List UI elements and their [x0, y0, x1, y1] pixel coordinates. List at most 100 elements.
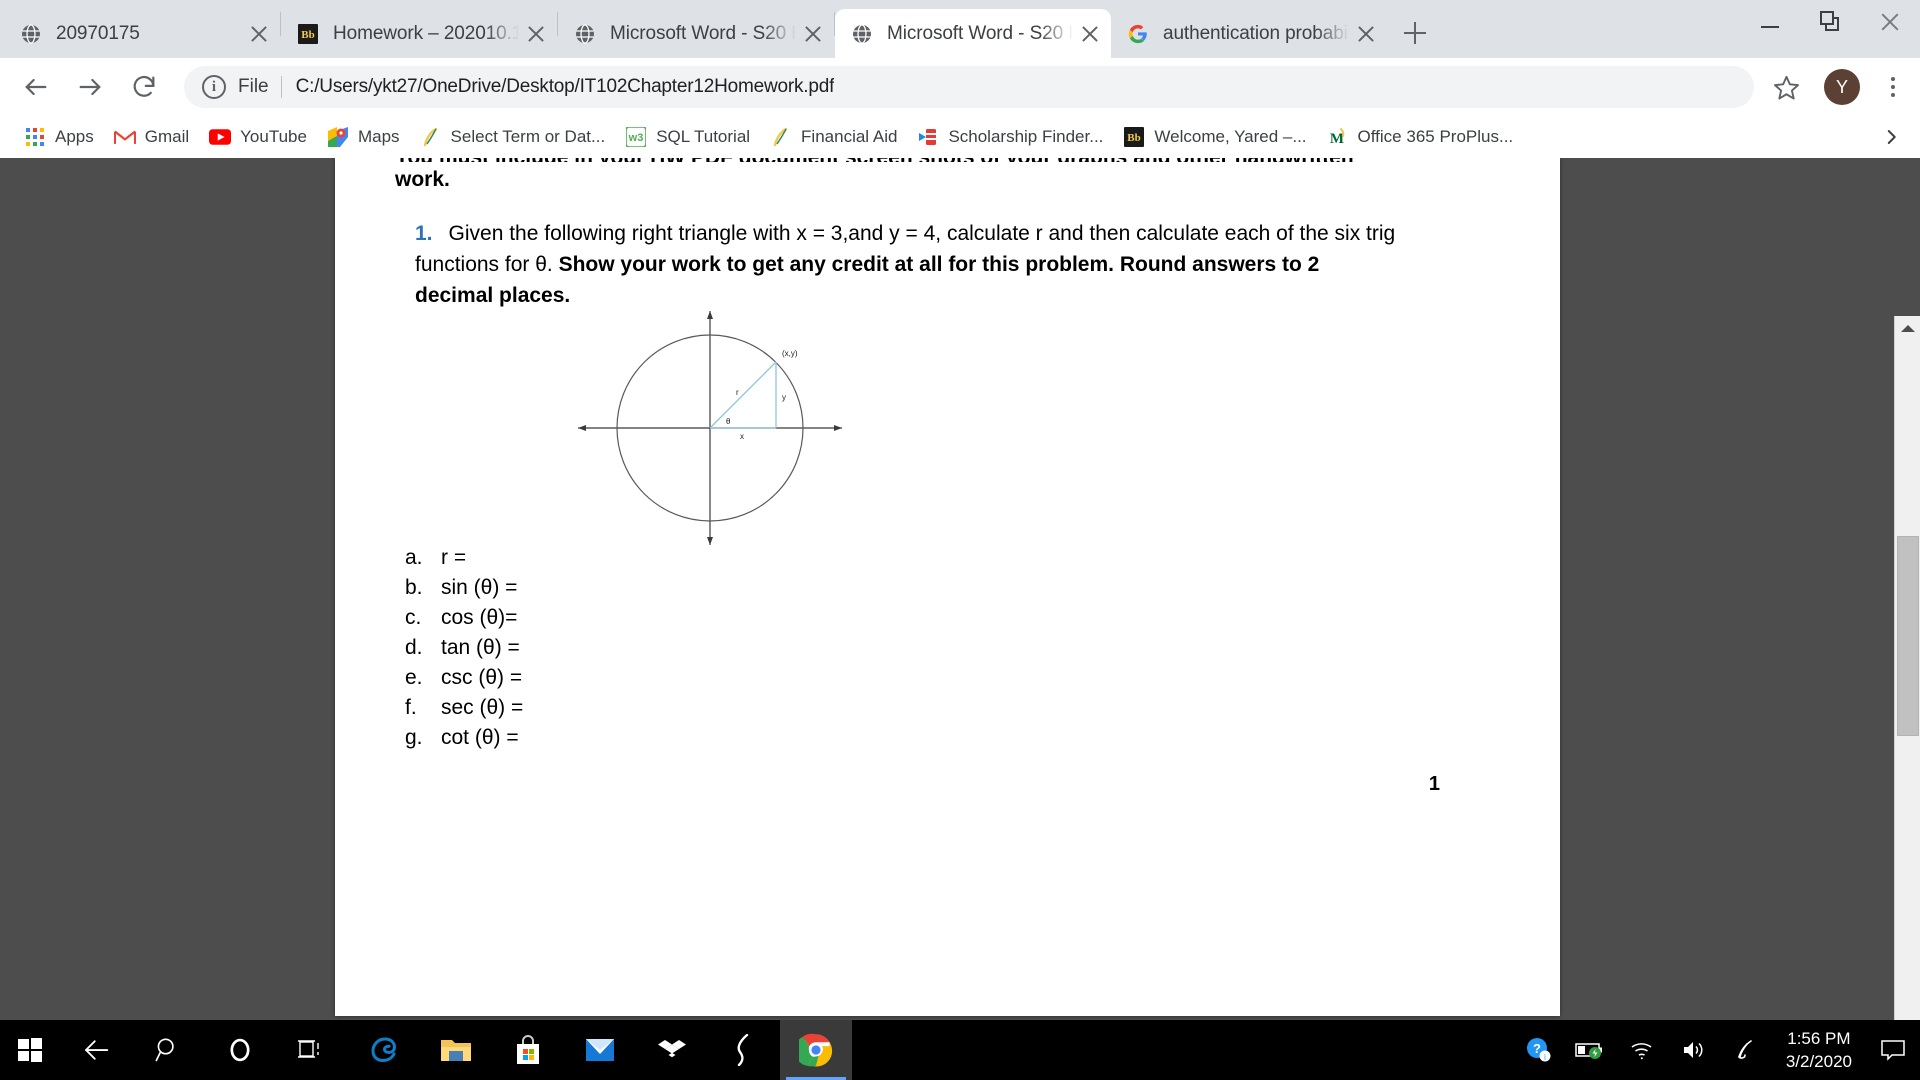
tab-title: Microsoft Word - S20 HW [887, 22, 1073, 44]
microsoft-store-app[interactable] [492, 1020, 564, 1080]
scroll-up-arrow-icon[interactable] [1895, 316, 1920, 340]
svg-text:θ: θ [726, 417, 731, 426]
cortana-button[interactable] [204, 1020, 276, 1080]
close-icon[interactable] [1349, 17, 1383, 51]
tab-microsoft-word-1[interactable]: Microsoft Word - S20 HW [558, 9, 834, 58]
question-number: 1. [415, 222, 433, 245]
globe-icon [20, 23, 42, 45]
tab-authentication-probability[interactable]: authentication probabilit [1111, 9, 1387, 58]
tab-20970175[interactable]: 20970175 [4, 9, 280, 58]
list-item: g. cot (θ) = [405, 723, 523, 753]
url-input[interactable]: C:/Users/ykt27/OneDrive/Desktop/IT102Cha… [296, 76, 835, 98]
bookmark-scholarship-finder[interactable]: Scholarship Finder... [907, 120, 1113, 154]
search-button[interactable] [132, 1020, 204, 1080]
bookmark-label: Scholarship Finder... [948, 127, 1104, 146]
w3schools-icon: w3 [625, 126, 647, 148]
bookmark-select-term[interactable]: Select Term or Dat... [410, 120, 616, 154]
bookmarks-overflow-chevron-icon[interactable] [1876, 122, 1906, 152]
blackboard-icon: Bb [297, 23, 319, 45]
back-button[interactable] [60, 1020, 132, 1080]
address-bar[interactable]: i File C:/Users/ykt27/OneDrive/Desktop/I… [184, 66, 1754, 108]
close-icon[interactable] [796, 17, 830, 51]
bookmark-star-icon[interactable] [1766, 67, 1806, 107]
volume-icon[interactable] [1668, 1020, 1720, 1080]
bookmark-office-365[interactable]: M Office 365 ProPlus... [1317, 120, 1524, 154]
bookmark-label: SQL Tutorial [656, 127, 751, 146]
chrome-menu-icon[interactable] [1878, 67, 1908, 107]
dropbox-app[interactable] [636, 1020, 708, 1080]
bookmark-label: Select Term or Dat... [450, 127, 606, 146]
info-circle-icon[interactable]: i [202, 75, 226, 99]
bookmark-apps[interactable]: Apps [14, 120, 104, 154]
bookmark-youtube[interactable]: YouTube [199, 120, 317, 154]
apps-grid-icon [24, 126, 46, 148]
help-icon[interactable]: ? i [1512, 1020, 1564, 1080]
pdf-viewer: You must include in your HW PDF document… [0, 158, 1920, 1020]
question-1: 1. Given the following right triangle wit… [415, 218, 1400, 311]
wifi-icon[interactable] [1616, 1020, 1668, 1080]
bookmark-gmail[interactable]: Gmail [104, 120, 199, 154]
svg-text:M: M [1329, 131, 1343, 147]
list-item-text: sec (θ) = [441, 696, 524, 719]
restore-button[interactable] [1800, 0, 1860, 44]
reload-button[interactable] [120, 63, 168, 111]
youtube-icon [209, 126, 232, 148]
list-item: b. sin (θ) = [405, 573, 523, 603]
close-icon[interactable] [1073, 17, 1107, 51]
chrome-browser-window: 20970175 Bb Homework – 202010.119 Micros… [0, 0, 1920, 1020]
pen-icon[interactable] [1720, 1020, 1772, 1080]
tab-strip: 20970175 Bb Homework – 202010.119 Micros… [0, 0, 1920, 58]
close-window-button[interactable] [1860, 0, 1920, 44]
svg-text:Bb: Bb [1128, 132, 1141, 144]
scrollbar-thumb[interactable] [1897, 536, 1919, 736]
tab-title: Homework – 202010.119 [333, 22, 519, 44]
file-explorer-app[interactable] [420, 1020, 492, 1080]
tab-title: authentication probabilit [1163, 22, 1349, 44]
bookmark-maps[interactable]: Maps [317, 120, 410, 154]
edge-app[interactable] [348, 1020, 420, 1080]
tab-microsoft-word-2-active[interactable]: Microsoft Word - S20 HW [835, 9, 1111, 58]
notification-balloon-icon[interactable] [1866, 1020, 1920, 1080]
globe-icon [851, 23, 873, 45]
back-button[interactable] [12, 63, 60, 111]
tab-title: Microsoft Word - S20 HW [610, 22, 796, 44]
google-maps-icon [327, 126, 349, 148]
bookmark-financial-aid[interactable]: Financial Aid [760, 120, 907, 154]
close-icon[interactable] [242, 17, 276, 51]
bookmark-label: Maps [357, 127, 400, 146]
scheme-label: File [238, 76, 269, 97]
bookmark-label: Office 365 ProPlus... [1357, 127, 1514, 146]
minimize-button[interactable] [1740, 0, 1800, 44]
forward-button[interactable] [66, 63, 114, 111]
list-item: c. cos (θ)= [405, 603, 523, 633]
bookmark-welcome-yared[interactable]: Bb Welcome, Yared –... [1113, 120, 1316, 154]
svg-text:y: y [782, 393, 786, 402]
blackboard-icon: Bb [1123, 126, 1145, 148]
page-number: 1 [1428, 773, 1440, 795]
answers-list: a. r = b. sin (θ) = c. cos (θ)= d. tan (… [405, 543, 523, 753]
tab-homework-blackboard[interactable]: Bb Homework – 202010.119 [281, 9, 557, 58]
url-divider [280, 76, 282, 98]
bookmark-sql-tutorial[interactable]: w3 SQL Tutorial [615, 120, 760, 154]
list-item-letter: g. [405, 726, 423, 749]
battery-icon[interactable] [1564, 1020, 1616, 1080]
new-tab-button[interactable] [1393, 11, 1437, 55]
svg-text:r: r [736, 388, 739, 397]
profile-avatar[interactable]: Y [1824, 69, 1860, 105]
clipped-heading-line: You must include in your HW PDF document… [395, 158, 1355, 162]
start-button[interactable] [0, 1020, 60, 1080]
close-icon[interactable] [519, 17, 553, 51]
system-tray: ? i 1:56 PM 3/2/2020 [1512, 1020, 1920, 1080]
mail-app[interactable] [564, 1020, 636, 1080]
bookmark-label: Welcome, Yared –... [1154, 127, 1307, 146]
bookmarks-bar: Apps Gmail YouTube Maps Select Term or D [0, 116, 1920, 158]
clock[interactable]: 1:56 PM 3/2/2020 [1772, 1020, 1866, 1080]
window-controls [1740, 0, 1920, 44]
task-view-button[interactable] [276, 1020, 348, 1080]
lightning-app[interactable] [708, 1020, 780, 1080]
unit-circle-right-triangle-figure: (x,y) r y x θ [560, 303, 860, 553]
pdf-scrollbar[interactable] [1894, 316, 1920, 1020]
list-item-letter: c. [405, 606, 422, 629]
list-item-letter: f. [405, 696, 417, 719]
chrome-app[interactable] [780, 1020, 852, 1080]
